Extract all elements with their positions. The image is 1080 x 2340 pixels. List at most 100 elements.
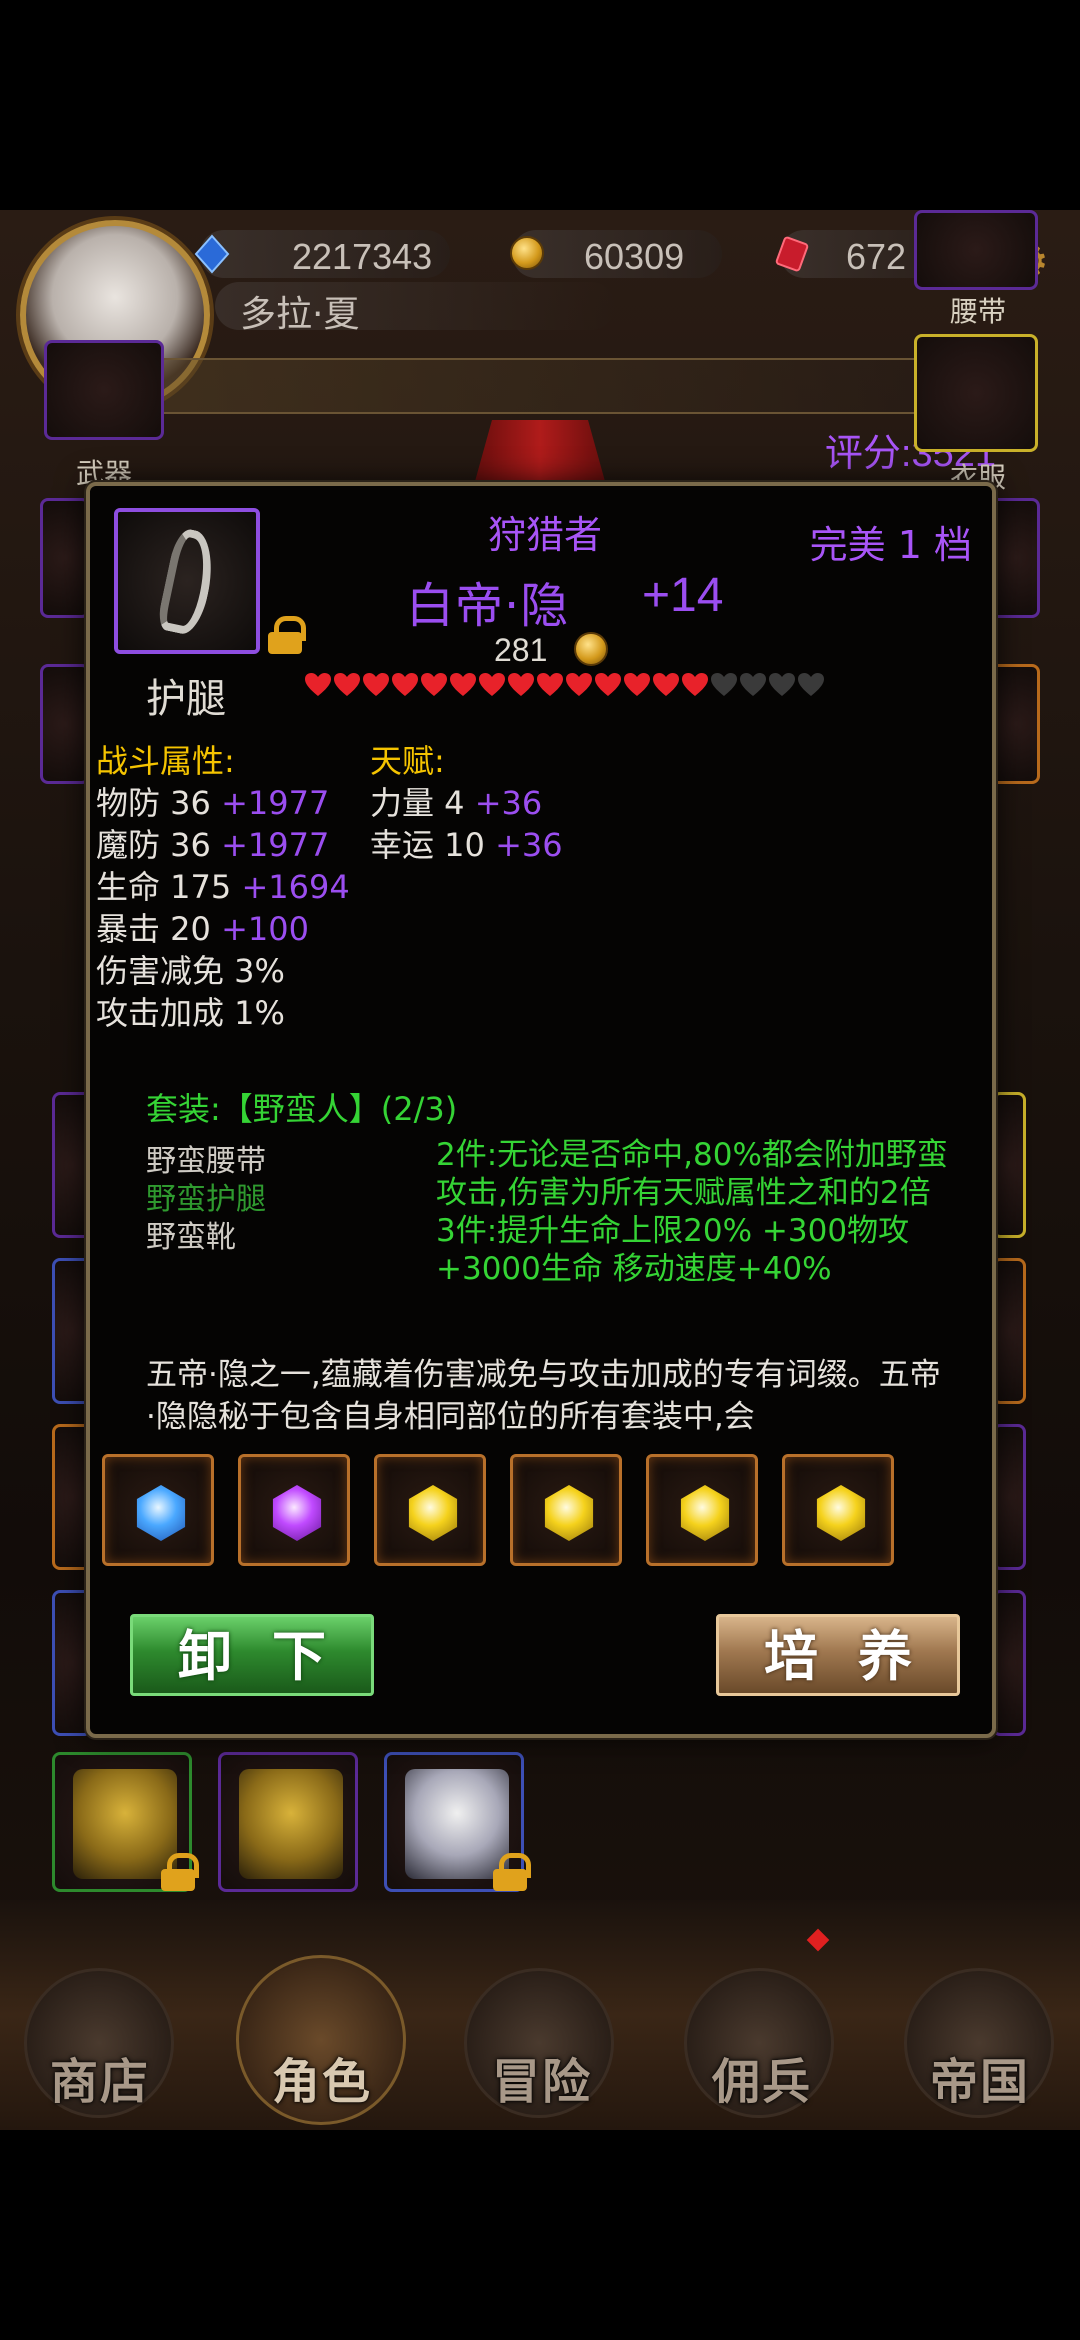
- combat-stats-title: 战斗属性:: [96, 742, 235, 780]
- heart-filled-icon: [652, 672, 681, 700]
- equip-slot-left-3[interactable]: [40, 664, 90, 784]
- equip-slot-clothes[interactable]: [914, 334, 1038, 452]
- stat-label: 魔防 36: [96, 826, 222, 864]
- talent-bonus: +36: [474, 784, 543, 822]
- blue-gem-icon: [136, 1485, 186, 1541]
- item-detail-panel: 护腿 狩猎者 完美 1 档 白帝·隐 +14 281 战斗属性: 天赋: 物防 …: [86, 482, 996, 1738]
- yellow-gem-icon: [408, 1485, 458, 1541]
- combat-stat-row: 生命 175 +1694: [96, 862, 350, 908]
- talent-title: 天赋:: [370, 742, 445, 780]
- item-description: 五帝·隐之一,蕴藏着伤害减免与攻击加成的专有词缀。五帝·隐隐秘于包含自身相同部位…: [146, 1357, 941, 1435]
- yellow-gem-icon: [544, 1485, 594, 1541]
- set-piece-boots: 野蛮靴: [146, 1220, 236, 1255]
- bag-item-chest-armor[interactable]: [218, 1752, 358, 1892]
- gem-socket-2[interactable]: [238, 1454, 350, 1566]
- lock-icon: [493, 1853, 531, 1891]
- yellow-gem-icon: [816, 1485, 866, 1541]
- yellow-gem-icon: [680, 1485, 730, 1541]
- heart-filled-icon: [304, 672, 333, 700]
- stat-bonus: +1694: [241, 868, 350, 906]
- gold-coin-icon: [510, 236, 544, 270]
- gold-coin-icon: [574, 632, 608, 666]
- blue-crystal-icon: [194, 234, 230, 274]
- bag-item-helmet[interactable]: [52, 1752, 199, 1892]
- bag-slot-right-2[interactable]: [992, 1258, 1026, 1404]
- gem-socket-6[interactable]: [782, 1454, 894, 1566]
- stat-label: 伤害减免 3%: [96, 952, 285, 990]
- heart-empty-icon: [739, 672, 768, 700]
- stat-label: 物防 36: [96, 784, 222, 822]
- nav-empire-label: 帝国: [930, 2054, 1031, 2110]
- set-bonus-text: 2件:无论是否命中,80%都会附加野蛮攻击,伤害为所有天赋属性之和的2倍 3件:…: [436, 1136, 976, 1288]
- nav-adventure-label: 冒险: [492, 2054, 593, 2110]
- heart-filled-icon: [449, 672, 478, 700]
- stat-label: 生命 175: [96, 868, 242, 906]
- lock-icon: [161, 1853, 199, 1891]
- gem-socket-3[interactable]: [374, 1454, 486, 1566]
- heart-filled-icon: [420, 672, 449, 700]
- bag-slot-right-1[interactable]: [992, 1092, 1026, 1238]
- bag-slot-right-4[interactable]: [992, 1590, 1026, 1736]
- resource-crystal[interactable]: 2217343: [194, 230, 450, 278]
- heart-filled-icon: [391, 672, 420, 700]
- heart-filled-icon: [333, 672, 362, 700]
- heart-filled-icon: [623, 672, 652, 700]
- train-button[interactable]: 培养: [716, 1614, 960, 1696]
- resource-gold[interactable]: 60309: [510, 230, 722, 278]
- gem-socket-4[interactable]: [510, 1454, 622, 1566]
- equip-slot-right-3[interactable]: [990, 664, 1040, 784]
- chest-armor-icon: [239, 1769, 343, 1879]
- combat-stat-row: 攻击加成 1%: [96, 988, 285, 1034]
- item-grade: 完美 1 档: [809, 523, 972, 567]
- heart-filled-icon: [478, 672, 507, 700]
- unequip-button[interactable]: 卸下: [130, 1614, 374, 1696]
- gem-socket-1[interactable]: [102, 1454, 214, 1566]
- heart-filled-icon: [536, 672, 565, 700]
- stat-label: 暴击 20: [96, 910, 222, 948]
- combat-stat-row: 暴击 20 +100: [96, 904, 309, 950]
- heart-empty-icon: [797, 672, 826, 700]
- purple-gem-icon: [272, 1485, 322, 1541]
- item-category: 护腿: [146, 676, 226, 722]
- combat-stat-row: 物防 36 +1977: [96, 778, 329, 824]
- heart-filled-icon: [594, 672, 623, 700]
- talent-label: 力量 4: [370, 784, 475, 822]
- talent-label: 幸运 10: [370, 826, 496, 864]
- equip-slot-weapon[interactable]: [44, 340, 164, 440]
- bag-item-silver-armor[interactable]: [384, 1752, 531, 1892]
- belt-label: 腰带: [950, 295, 1007, 328]
- nav-shop-label: 商店: [50, 2054, 151, 2110]
- set-bonus-2: 2件:无论是否命中,80%都会附加野蛮攻击,伤害为所有天赋属性之和的2倍: [436, 1137, 948, 1211]
- combat-stat-row: 伤害减免 3%: [96, 946, 285, 992]
- gem-socket-5[interactable]: [646, 1454, 758, 1566]
- heart-filled-icon: [681, 672, 710, 700]
- heart-empty-icon: [768, 672, 797, 700]
- set-bonus-3: 3件:提升生命上限20% +300物攻+3000生命 移动速度+40%: [436, 1213, 910, 1287]
- set-title: 套装:【野蛮人】(2/3): [146, 1090, 458, 1128]
- item-price: 281: [494, 632, 548, 668]
- notice-bar: [110, 358, 960, 414]
- item-name: 白帝·隐: [406, 578, 570, 634]
- stat-bonus: +100: [221, 910, 309, 948]
- heart-empty-icon: [710, 672, 739, 700]
- stat-label: 攻击加成 1%: [96, 994, 285, 1032]
- player-name: 多拉·夏: [240, 294, 360, 335]
- star-rating-hearts: [304, 672, 826, 700]
- bag-slot-right-3[interactable]: [992, 1424, 1026, 1570]
- talent-bonus: +36: [495, 826, 563, 864]
- stat-bonus: +1977: [221, 826, 330, 864]
- equip-slot-left-2[interactable]: [40, 498, 90, 618]
- equip-slot-belt[interactable]: [914, 210, 1038, 290]
- talent-stat-row: 幸运 10 +36: [370, 820, 563, 866]
- bottom-nav: 商店 角色 冒险 佣兵 帝国: [0, 1900, 1080, 2130]
- heart-filled-icon: [565, 672, 594, 700]
- nav-character-label: 角色: [272, 2054, 373, 2110]
- item-enhance-level: +14: [642, 569, 724, 622]
- combat-stat-row: 魔防 36 +1977: [96, 820, 329, 866]
- heart-filled-icon: [507, 672, 536, 700]
- talent-stat-row: 力量 4 +36: [370, 778, 542, 824]
- resource-bar: 2217343 60309 672: [194, 230, 980, 278]
- nav-mercenary-label: 佣兵: [712, 2054, 813, 2110]
- item-lock-icon[interactable]: [268, 616, 306, 654]
- stat-bonus: +1977: [221, 784, 330, 822]
